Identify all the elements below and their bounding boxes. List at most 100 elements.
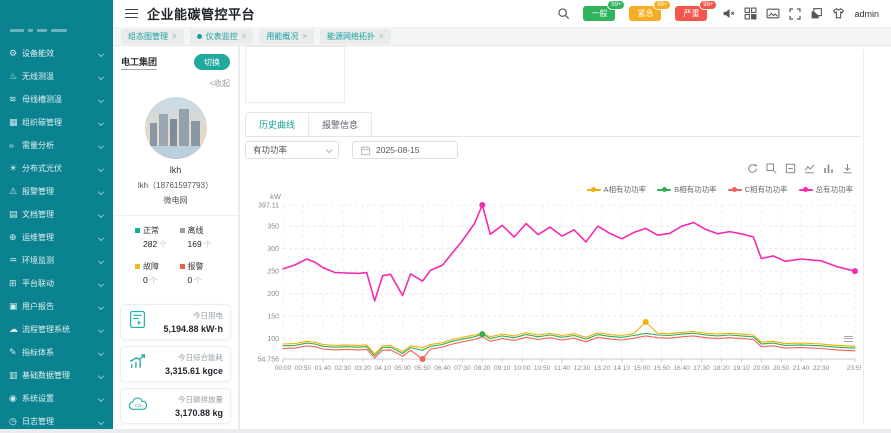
detail-tab-1[interactable]: 历史曲线 (245, 112, 309, 136)
status-stat-4: 报警0个 (180, 261, 225, 286)
chevron-down-icon (98, 304, 104, 310)
close-icon[interactable]: × (379, 32, 384, 41)
svg-text:397.11: 397.11 (258, 202, 279, 209)
status-label: 报警 (180, 261, 225, 272)
svg-text:04:10: 04:10 (374, 365, 391, 372)
save-image-icon[interactable] (842, 163, 853, 174)
alarm-badge-3[interactable]: 严重99+ (675, 6, 707, 21)
svg-text:20:00: 20:00 (753, 365, 770, 372)
chevron-down-icon (98, 120, 104, 126)
calendar-icon (360, 145, 371, 156)
workspace-tab-4[interactable]: 能源网络拓扑× (320, 29, 391, 44)
metric-select[interactable]: 有功功率 (245, 141, 339, 159)
status-color-square (135, 228, 140, 233)
restore-icon[interactable] (747, 163, 758, 174)
chevron-down-icon (98, 51, 104, 57)
workspace-tab-3[interactable]: 用能概况× (259, 29, 314, 44)
grid-name: 微电网 (121, 195, 230, 206)
sidebar-item-env-monitor[interactable]: ♒环境监测 (0, 249, 113, 272)
sidebar-item-demand-analysis[interactable]: ≈需量分析 (0, 134, 113, 157)
alarm-badge-2[interactable]: 紧急99+ (629, 6, 661, 21)
thermometer-icon: ♨ (9, 71, 22, 82)
svg-text:08:20: 08:20 (474, 365, 491, 372)
svg-text:11:40: 11:40 (554, 365, 570, 372)
close-icon[interactable]: × (172, 32, 177, 41)
link-grid-icon: ⊞ (9, 278, 22, 289)
fullscreen-icon[interactable] (789, 8, 801, 20)
sidebar-item-system-settings[interactable]: ◉系统设置 (0, 387, 113, 410)
workspace-tab-2[interactable]: 仪表监控× (190, 29, 254, 44)
bar-chart-icon[interactable] (823, 163, 834, 174)
switch-button[interactable]: 切换 (194, 54, 230, 70)
theme-icon[interactable] (832, 7, 845, 20)
drag-handle-icon[interactable] (844, 334, 853, 343)
org-panel: 电工集团 切换 <收起 lkh lkh（18761597793） 微电网 正常2… (113, 46, 238, 429)
workspace-tab-1[interactable]: 组态图管理 × (121, 29, 184, 44)
history-curve-chart[interactable]: 00:0000:5001:4002:3003:2004:1005:0005:50… (245, 191, 861, 379)
sidebar-item-device-efficiency[interactable]: ⚙设备能效 (0, 42, 113, 65)
svg-text:12:30: 12:30 (574, 365, 591, 372)
data-zoom-icon[interactable] (766, 163, 777, 174)
sidebar-item-label: 流程管理系统 (22, 324, 98, 335)
chevron-down-icon (98, 258, 104, 264)
sidebar-item-user-report[interactable]: ▣用户报告 (0, 295, 113, 318)
sidebar-item-doc-mgmt[interactable]: ▤文档管理 (0, 203, 113, 226)
document-icon: ▤ (9, 209, 22, 220)
sidebar-item-ops-mgmt[interactable]: ⊕运维管理 (0, 226, 113, 249)
svg-text:22:30: 22:30 (813, 365, 830, 372)
user-menu[interactable]: admin (854, 9, 879, 19)
screenshot-icon[interactable] (766, 7, 780, 20)
alarm-badge-label: 严重 (683, 9, 699, 18)
sidebar-item-label: 平台联动 (22, 278, 98, 289)
energy-trend-icon (128, 352, 147, 376)
sidebar-item-alarm-mgmt[interactable]: ⚠报警管理 (0, 180, 113, 203)
search-icon[interactable] (557, 7, 570, 20)
sidebar-item-base-data-mgmt[interactable]: ▥基础数据管理 (0, 364, 113, 387)
date-value: 2025-08-15 (376, 145, 419, 155)
panel-divider (863, 50, 864, 425)
svg-text:300: 300 (267, 246, 279, 253)
alarm-badge-1[interactable]: 一般99+ (583, 6, 615, 21)
solar-icon: ☀ (9, 163, 22, 174)
collapse-link[interactable]: <收起 (121, 78, 230, 89)
sidebar-item-wireless-temp[interactable]: ♨无线测温 (0, 65, 113, 88)
status-label-text: 故障 (143, 261, 159, 272)
close-icon[interactable]: × (302, 32, 307, 41)
sidebar-item-process-mgmt[interactable]: ☁流程管理系统 (0, 318, 113, 341)
status-label-text: 报警 (188, 261, 204, 272)
sidebar-item-distributed-pv[interactable]: ☀分布式光伏 (0, 157, 113, 180)
alarm-badge-label: 一般 (591, 9, 607, 18)
chevron-down-icon (98, 373, 104, 379)
status-label-text: 离线 (188, 225, 204, 236)
metric-select-value: 有功功率 (253, 144, 287, 156)
sidebar-item-org-carbon[interactable]: ▦组织碳管理 (0, 111, 113, 134)
svg-text:kW: kW (270, 192, 282, 201)
tab-label: 组态图管理 (128, 31, 168, 42)
alarm-badge-label: 紧急 (637, 9, 653, 18)
date-picker[interactable]: 2025-08-15 (352, 141, 458, 159)
qr-grid-icon[interactable] (744, 7, 757, 20)
status-stat-2: 离线169个 (180, 225, 225, 250)
close-icon[interactable]: × (242, 32, 247, 41)
chevron-down-icon (98, 143, 104, 149)
menu-toggle-icon[interactable] (125, 6, 138, 20)
org-grid-icon: ▦ (9, 117, 22, 128)
sidebar-item-busbar-temp[interactable]: ≋母线槽测温 (0, 88, 113, 111)
detail-tab-2[interactable]: 报警信息 (309, 112, 372, 136)
zoom-reset-icon[interactable] (785, 163, 796, 174)
svg-text:200: 200 (267, 291, 279, 298)
chevron-down-icon (98, 189, 104, 195)
status-value: 0个 (135, 275, 180, 286)
gauge-icon: ⚙ (9, 48, 22, 59)
status-count: 0 (143, 275, 148, 285)
mute-icon[interactable] (722, 7, 735, 20)
sidebar-item-log-mgmt[interactable]: ◷日志管理 (0, 410, 113, 433)
sidebar-item-indicator-system[interactable]: ✎指标体系 (0, 341, 113, 364)
sidebar-item-platform-linkage[interactable]: ⊞平台联动 (0, 272, 113, 295)
line-chart-icon[interactable] (804, 163, 815, 174)
layers-icon[interactable] (810, 7, 823, 20)
today-stat-cards: 今日用电5,194.88 kW·h今日综合能耗3,315.61 kgceCO₂今… (120, 304, 231, 424)
app-logo (0, 0, 113, 42)
status-count: 0 (188, 275, 193, 285)
detail-panel: 历史曲线报警信息 有功功率 2025-08-15 A相有功功率B相有功功率C相有… (240, 46, 891, 429)
